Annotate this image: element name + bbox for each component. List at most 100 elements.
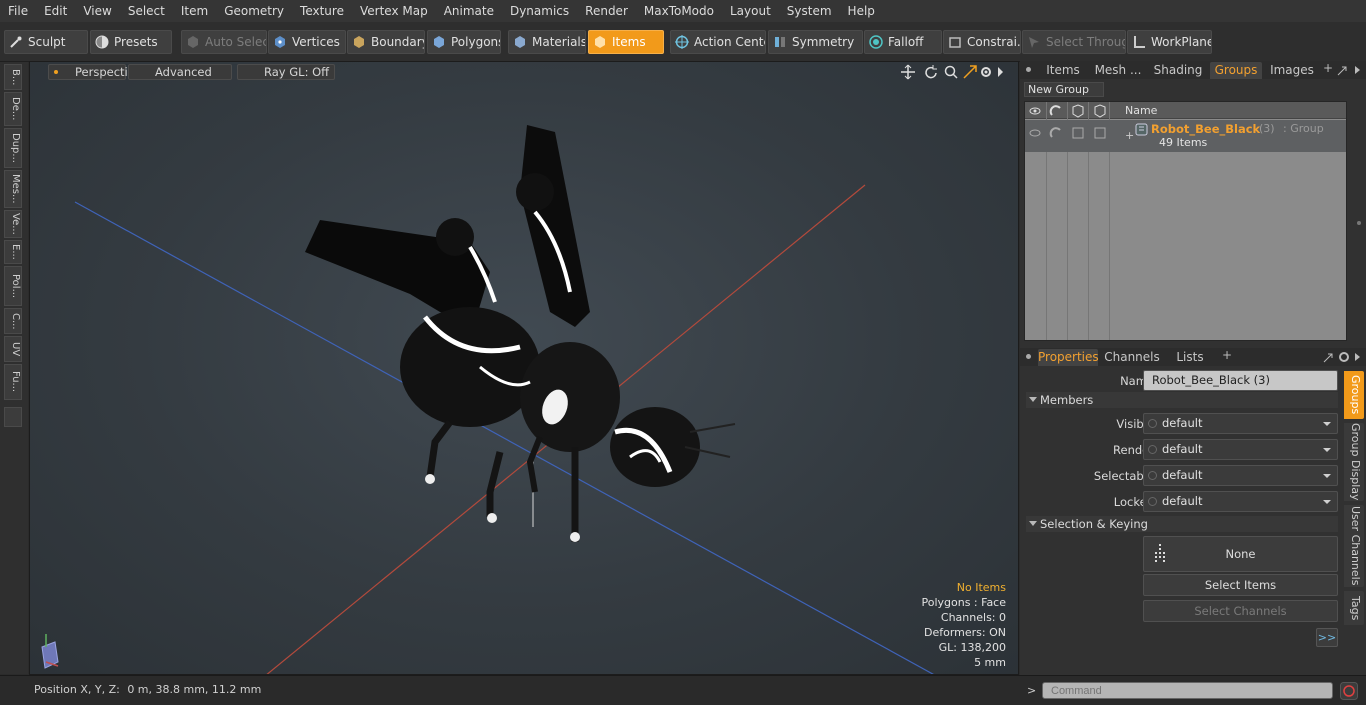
selection-keying-section[interactable]: Selection & Keying	[1026, 516, 1338, 532]
left-tab-deform[interactable]: De...	[4, 92, 22, 126]
raygl-dropdown[interactable]: Ray GL: Off	[237, 64, 335, 80]
lock-cube-icon	[1094, 104, 1106, 118]
polygons-button[interactable]: Polygons	[427, 30, 501, 54]
members-section-label: Members	[1040, 393, 1094, 407]
name-field[interactable]: Robot_Bee_Black (3)	[1143, 370, 1338, 391]
left-tab-curve[interactable]: C...	[4, 308, 22, 334]
menu-texture[interactable]: Texture	[292, 0, 352, 22]
group-name[interactable]: Robot_Bee_Black	[1151, 122, 1260, 136]
polygon-cube-icon	[434, 36, 444, 48]
boundary-button[interactable]: Boundary	[347, 30, 425, 54]
menu-edit[interactable]: Edit	[36, 0, 75, 22]
left-tab-edge[interactable]: E...	[4, 240, 22, 264]
menu-item[interactable]: Item	[173, 0, 216, 22]
collapse-triangle-icon	[1029, 397, 1037, 402]
view-mode-dropdown[interactable]: Perspective	[48, 64, 142, 80]
left-tab-duplicate[interactable]: Dup...	[4, 128, 22, 168]
select-toggle-icon	[1072, 127, 1084, 139]
add-tab-icon[interactable]: +	[1222, 348, 1232, 362]
left-tab-mesh-edit[interactable]: Mes...	[4, 170, 22, 208]
tab-shading[interactable]: Shading	[1150, 62, 1206, 79]
tab-groups[interactable]: Groups	[1210, 62, 1262, 79]
presets-button[interactable]: Presets	[90, 30, 172, 54]
group-row[interactable]: + Robot_Bee_Black (3) : Group 49 Items	[1025, 120, 1346, 152]
action-center-button[interactable]: Action Center	[670, 30, 766, 54]
visible-dropdown[interactable]: default	[1143, 413, 1338, 434]
left-tab-fusion[interactable]: Fu...	[4, 364, 22, 400]
3d-viewport[interactable]: Perspective Advanced Ray GL: Off No Item…	[29, 61, 1019, 675]
vertices-button[interactable]: Vertices 1	[268, 30, 346, 54]
visibility-toggle-icon	[1029, 129, 1041, 137]
menu-help[interactable]: Help	[840, 0, 883, 22]
side-tab-groups[interactable]: Groups	[1344, 371, 1364, 419]
expand-plus-icon[interactable]: +	[1125, 129, 1134, 142]
select-items-button[interactable]: Select Items	[1143, 574, 1338, 596]
menu-vertex-map[interactable]: Vertex Map	[352, 0, 436, 22]
bottom-tab-row: Properties Channels Lists +	[1020, 348, 1366, 366]
symmetry-label: Symmetry	[792, 35, 855, 49]
menu-view[interactable]: View	[75, 0, 119, 22]
workplane-button[interactable]: WorkPlane	[1127, 30, 1212, 54]
panel-menu-icon[interactable]	[1026, 354, 1031, 359]
left-tab-extra[interactable]	[4, 407, 22, 427]
side-tab-group-display[interactable]: Group Display	[1344, 423, 1364, 501]
panel-menu-icon[interactable]	[1026, 67, 1031, 72]
falloff-button[interactable]: Falloff	[864, 30, 942, 54]
radio-icon	[1148, 471, 1157, 480]
command-input[interactable]	[1042, 682, 1333, 699]
tab-mesh[interactable]: Mesh ...	[1092, 62, 1144, 79]
tab-properties[interactable]: Properties	[1038, 349, 1099, 366]
menu-layout[interactable]: Layout	[722, 0, 779, 22]
menu-select[interactable]: Select	[120, 0, 173, 22]
vertices-label: Vertices	[292, 35, 340, 49]
menu-maxtomodo[interactable]: MaxToModo	[636, 0, 722, 22]
name-column-header[interactable]: Name	[1125, 104, 1157, 117]
menu-dynamics[interactable]: Dynamics	[502, 0, 577, 22]
menu-animate[interactable]: Animate	[436, 0, 502, 22]
materials-button[interactable]: Materials	[508, 30, 586, 54]
items-button[interactable]: Items	[588, 30, 664, 54]
more-button[interactable]: >>	[1316, 628, 1338, 647]
side-tab-user-channels[interactable]: User Channels	[1344, 505, 1364, 587]
new-group-button[interactable]: New Group	[1024, 82, 1104, 97]
symmetry-button[interactable]: Symmetry	[768, 30, 863, 54]
grid-size: 5 mm	[974, 656, 1006, 669]
group-list-header: Name	[1025, 102, 1346, 119]
sculpt-button[interactable]: Sculpt	[4, 30, 88, 54]
collapse-triangle-icon	[1029, 521, 1037, 526]
tab-items[interactable]: Items	[1038, 62, 1088, 79]
add-tab-icon[interactable]: +	[1323, 61, 1333, 75]
keying-dropdown[interactable]: None	[1143, 536, 1338, 572]
select-channels-button[interactable]: Select Channels	[1143, 600, 1338, 622]
menu-render[interactable]: Render	[577, 0, 636, 22]
gear-icon	[1339, 352, 1349, 362]
render-dropdown[interactable]: default	[1143, 439, 1338, 460]
members-section[interactable]: Members	[1026, 392, 1338, 408]
radio-icon	[1148, 445, 1157, 454]
record-icon[interactable]	[1340, 682, 1358, 700]
locked-dropdown[interactable]: default	[1143, 491, 1338, 512]
sculpt-label: Sculpt	[28, 35, 66, 49]
selectable-dropdown[interactable]: default	[1143, 465, 1338, 486]
left-tab-vertex[interactable]: Ve...	[4, 210, 22, 238]
menu-geometry[interactable]: Geometry	[216, 0, 292, 22]
side-tab-tags[interactable]: Tags	[1344, 591, 1364, 625]
tab-channels[interactable]: Channels	[1104, 349, 1160, 366]
left-tab-polygon[interactable]: Pol...	[4, 266, 22, 306]
tab-images[interactable]: Images	[1264, 62, 1320, 79]
left-tab-basic[interactable]: B...	[4, 64, 22, 90]
chevron-down-icon	[1323, 500, 1331, 504]
splitter-handle[interactable]	[1357, 221, 1361, 225]
select-through-label: Select Through	[1046, 35, 1125, 49]
robot-bee-model	[305, 125, 736, 542]
menu-file[interactable]: File	[0, 0, 36, 22]
tab-lists[interactable]: Lists	[1166, 349, 1214, 366]
select-through-button[interactable]: Select Through	[1022, 30, 1126, 54]
left-tab-uv[interactable]: UV	[4, 336, 22, 362]
shading-dropdown[interactable]: Advanced	[128, 64, 232, 80]
group-list: Name + Robot_Bee_Black (3) : Group 49 It…	[1024, 101, 1347, 341]
auto-select-button[interactable]: Auto Select	[181, 30, 267, 54]
constraints-button[interactable]: Constrai...	[943, 30, 1021, 54]
radio-icon	[1148, 419, 1157, 428]
menu-system[interactable]: System	[779, 0, 840, 22]
